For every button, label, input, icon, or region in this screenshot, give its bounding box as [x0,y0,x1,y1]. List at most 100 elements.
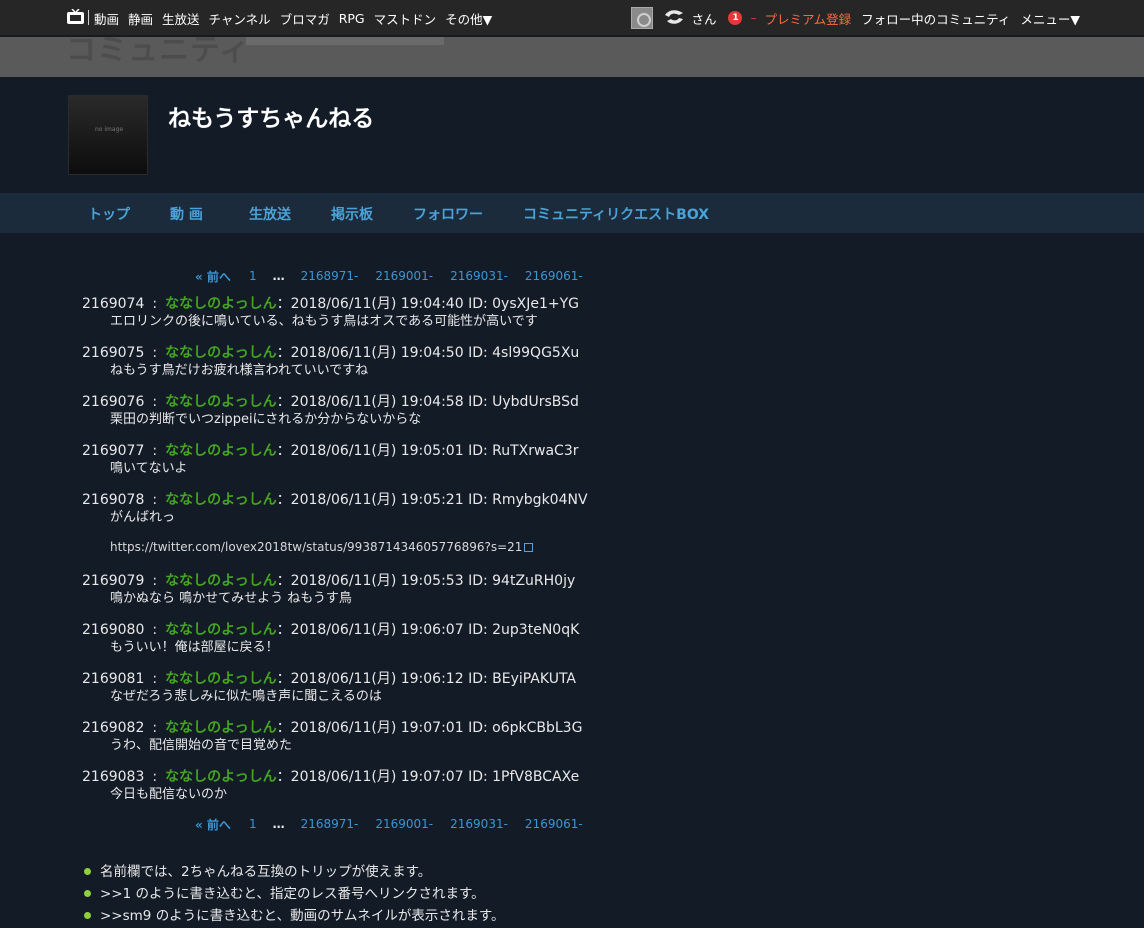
site-banner: コミュニティ [0,37,1144,77]
post-author: ななしのよっしん [165,394,277,410]
tab-followers[interactable]: フォロワー [413,204,483,224]
bbs-post: 2169074: ななしのよっしん：2018/06/11(月) 19:04:40 … [82,295,782,331]
post-body: ねもうす鳥だけお疲れ様言われていいですね [110,363,369,378]
community-title[interactable]: ねもうすちゃんねる [168,99,374,133]
post-meta: ：2018/06/11(月) 19:06:12 ID: BEyiPAKUTA [276,671,576,687]
post-number[interactable]: 2169077 [82,443,144,459]
post-meta: ：2018/06/11(月) 19:06:07 ID: 2up3teN0qK [276,622,580,638]
pager-page[interactable]: 2169061- [525,817,583,831]
post-number[interactable]: 2169082 [82,720,144,736]
bbs-notes: 名前欄では、2ちゃんねる互換のトリップが使えます。 >>1 のように書き込むと、… [84,863,505,928]
pager-prev[interactable]: « 前へ [195,268,231,285]
post-body: もういい！俺は部屋に戻る！ [110,640,279,655]
bbs-post: 2169078: ななしのよっしん：2018/06/11(月) 19:05:21 … [82,491,782,554]
global-header: 動画 静画 生放送 チャンネル ブロマガ RPG マストドン その他▼ さん 1… [0,0,1144,36]
tab-top[interactable]: トップ [88,204,130,224]
bbs-post: 2169079: ななしのよっしん：2018/06/11(月) 19:05:53 … [82,572,782,608]
pager-top: « 前へ 1 … 2168971- 2169001- 2169031- 2169… [195,268,600,284]
post-meta: ：2018/06/11(月) 19:04:50 ID: 4sl99QG5Xu [276,345,580,361]
post-meta: ：2018/06/11(月) 19:04:58 ID: UybdUrsBSd [276,394,579,410]
post-number[interactable]: 2169074 [82,296,144,312]
logo-separator [88,10,89,25]
community-header: no image ねもうすちゃんねる [0,77,1144,193]
nav-video[interactable]: 動画 [94,9,119,28]
pager-page[interactable]: 2168971- [301,269,359,283]
post-number[interactable]: 2169076 [82,394,144,410]
tab-video[interactable]: 動 画 [170,204,203,224]
nav-seiga[interactable]: 静画 [128,9,153,28]
service-nav: 動画 静画 生放送 チャンネル ブロマガ RPG マストドン その他▼ [94,0,501,36]
nav-live[interactable]: 生放送 [162,9,200,28]
post-author: ななしのよっしん [165,671,277,687]
post-author: ななしのよっしん [165,573,277,589]
pager-bottom: « 前へ 1 … 2168971- 2169001- 2169031- 2169… [195,816,600,832]
note-item: >>1 のように書き込むと、指定のレス番号へリンクされます。 [84,885,505,907]
bbs-post: 2169081: ななしのよっしん：2018/06/11(月) 19:06:12 … [82,670,782,706]
following-communities-link[interactable]: フォロー中のコミュニティ [861,9,1010,28]
pager-ellipsis: … [272,817,285,831]
note-item: >>sm9 のように書き込むと、動画のサムネイルが表示されます。 [84,907,505,928]
post-author: ななしのよっしん [165,443,277,459]
post-author: ななしのよっしん [165,769,277,785]
external-link-url[interactable]: https://twitter.com/lovex2018tw/status/9… [110,540,522,554]
pager-page[interactable]: 2169031- [450,817,508,831]
post-body: なぜだろう悲しみに似た鳴き声に聞こえるのは [110,689,382,704]
post-meta: ：2018/06/11(月) 19:07:07 ID: 1PfV8BCAXe [276,769,580,785]
post-number[interactable]: 2169080 [82,622,144,638]
note-item: 名前欄では、2ちゃんねる互換のトリップが使えます。 [84,863,505,885]
post-external-link[interactable]: https://twitter.com/lovex2018tw/status/9… [82,540,782,554]
bbs-post: 2169075: ななしのよっしん：2018/06/11(月) 19:04:50 … [82,344,782,380]
post-body: がんばれっ [110,510,176,525]
tab-live[interactable]: 生放送 [249,204,291,224]
post-meta: ：2018/06/11(月) 19:05:53 ID: 94tZuRH0jy [276,573,576,589]
user-area: さん 1 – プレミアム登録 フォロー中のコミュニティ メニュー▼ [631,0,1080,36]
tab-bbs[interactable]: 掲示板 [331,204,373,224]
nav-mastodon[interactable]: マストドン [374,9,437,28]
user-mark-icon [665,10,684,24]
user-avatar[interactable] [631,7,654,29]
post-number[interactable]: 2169081 [82,671,144,687]
pager-page[interactable]: 2169061- [525,269,583,283]
community-tabs: トップ 動 画 生放送 掲示板 フォロワー コミュニティリクエストBOX [0,193,1144,233]
post-number[interactable]: 2169075 [82,345,144,361]
pager-first[interactable]: 1 [249,817,257,831]
user-name-suffix[interactable]: さん [691,9,716,28]
bbs-post: 2169080: ななしのよっしん：2018/06/11(月) 19:06:07 … [82,621,782,657]
bbs-post: 2169083: ななしのよっしん：2018/06/11(月) 19:07:07 … [82,768,782,804]
pager-page[interactable]: 2169031- [450,269,508,283]
nav-rpg[interactable]: RPG [339,11,365,26]
menu-dropdown[interactable]: メニュー▼ [1020,9,1080,28]
community-thumbnail[interactable]: no image [68,95,148,175]
niconico-tv-icon[interactable] [67,9,84,24]
post-meta: ：2018/06/11(月) 19:04:40 ID: 0ysXJe1+YG [276,296,579,312]
post-author: ななしのよっしん [165,492,277,508]
post-author: ななしのよっしん [165,345,277,361]
pager-first[interactable]: 1 [249,269,257,283]
pager-page[interactable]: 2169001- [375,269,433,283]
pager-page[interactable]: 2169001- [375,817,433,831]
notification-badge[interactable]: 1 [728,11,743,25]
post-body: 鳴かぬなら 鳴かせてみせよう ねもうす鳥 [110,591,352,606]
pager-ellipsis: … [272,269,285,283]
post-meta: ：2018/06/11(月) 19:07:01 ID: o6pkCBbL3G [276,720,583,736]
nav-others[interactable]: その他▼ [445,9,492,28]
pager-page[interactable]: 2168971- [301,817,359,831]
banner-logo-ghost: コミュニティ [66,37,251,68]
post-number[interactable]: 2169083 [82,769,144,785]
banner-search-ghost [246,37,444,45]
premium-register-link[interactable]: プレミアム登録 [764,9,851,28]
nav-channel[interactable]: チャンネル [209,9,271,28]
post-meta: ：2018/06/11(月) 19:05:21 ID: Rmybgk04NV [276,492,588,508]
post-meta: ：2018/06/11(月) 19:05:01 ID: RuTXrwaC3r [276,443,579,459]
bbs-post: 2169077: ななしのよっしん：2018/06/11(月) 19:05:01 … [82,442,782,478]
post-body: 鳴いてないよ [110,461,188,476]
nav-blomaga[interactable]: ブロマガ [280,9,330,28]
tab-request-box[interactable]: コミュニティリクエストBOX [523,204,709,224]
post-author: ななしのよっしん [165,720,277,736]
post-number[interactable]: 2169079 [82,573,144,589]
post-author: ななしのよっしん [165,622,277,638]
bbs-post: 2169076: ななしのよっしん：2018/06/11(月) 19:04:58 … [82,393,782,429]
post-number[interactable]: 2169078 [82,492,144,508]
pager-prev[interactable]: « 前へ [195,816,231,833]
post-body: エロリンクの後に鳴いている、ねもうす鳥はオスである可能性が高いです [110,314,538,329]
